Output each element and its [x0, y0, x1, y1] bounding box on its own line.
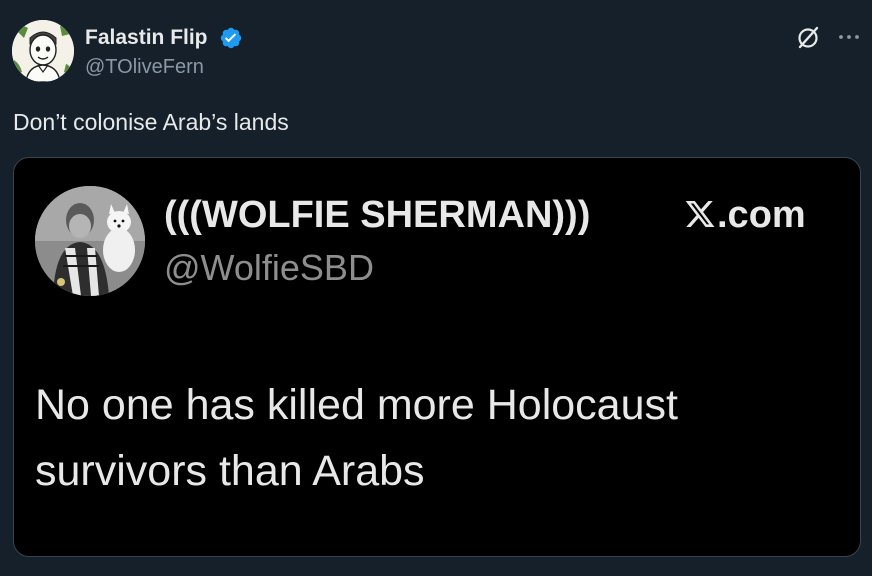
quoted-author-name: (((WOLFIE SHERMAN))) — [164, 194, 591, 236]
quoted-post-text: No one has killed more Holocaust survivo… — [35, 381, 678, 495]
author-avatar[interactable] — [12, 20, 74, 82]
x-logo-icon — [685, 201, 715, 227]
grok-icon[interactable] — [795, 24, 821, 50]
quoted-author-avatar — [35, 186, 145, 296]
tweet-media-image[interactable]: (((WOLFIE SHERMAN))) .com @WolfieSBD No … — [13, 157, 861, 557]
x-com-suffix: .com — [717, 194, 806, 236]
verified-badge-icon[interactable] — [219, 26, 243, 50]
more-horizontal-icon[interactable] — [836, 24, 862, 50]
tweet: Falastin Flip @TOliveFern Don’t colonise… — [0, 0, 872, 576]
author-handle[interactable]: @TOliveFern — [85, 55, 204, 79]
quoted-author-handle: @WolfieSBD — [164, 247, 374, 288]
tweet-text: Don’t colonise Arab’s lands — [13, 109, 289, 135]
author-name[interactable]: Falastin Flip — [85, 25, 208, 51]
x-com-label: .com — [684, 192, 806, 238]
